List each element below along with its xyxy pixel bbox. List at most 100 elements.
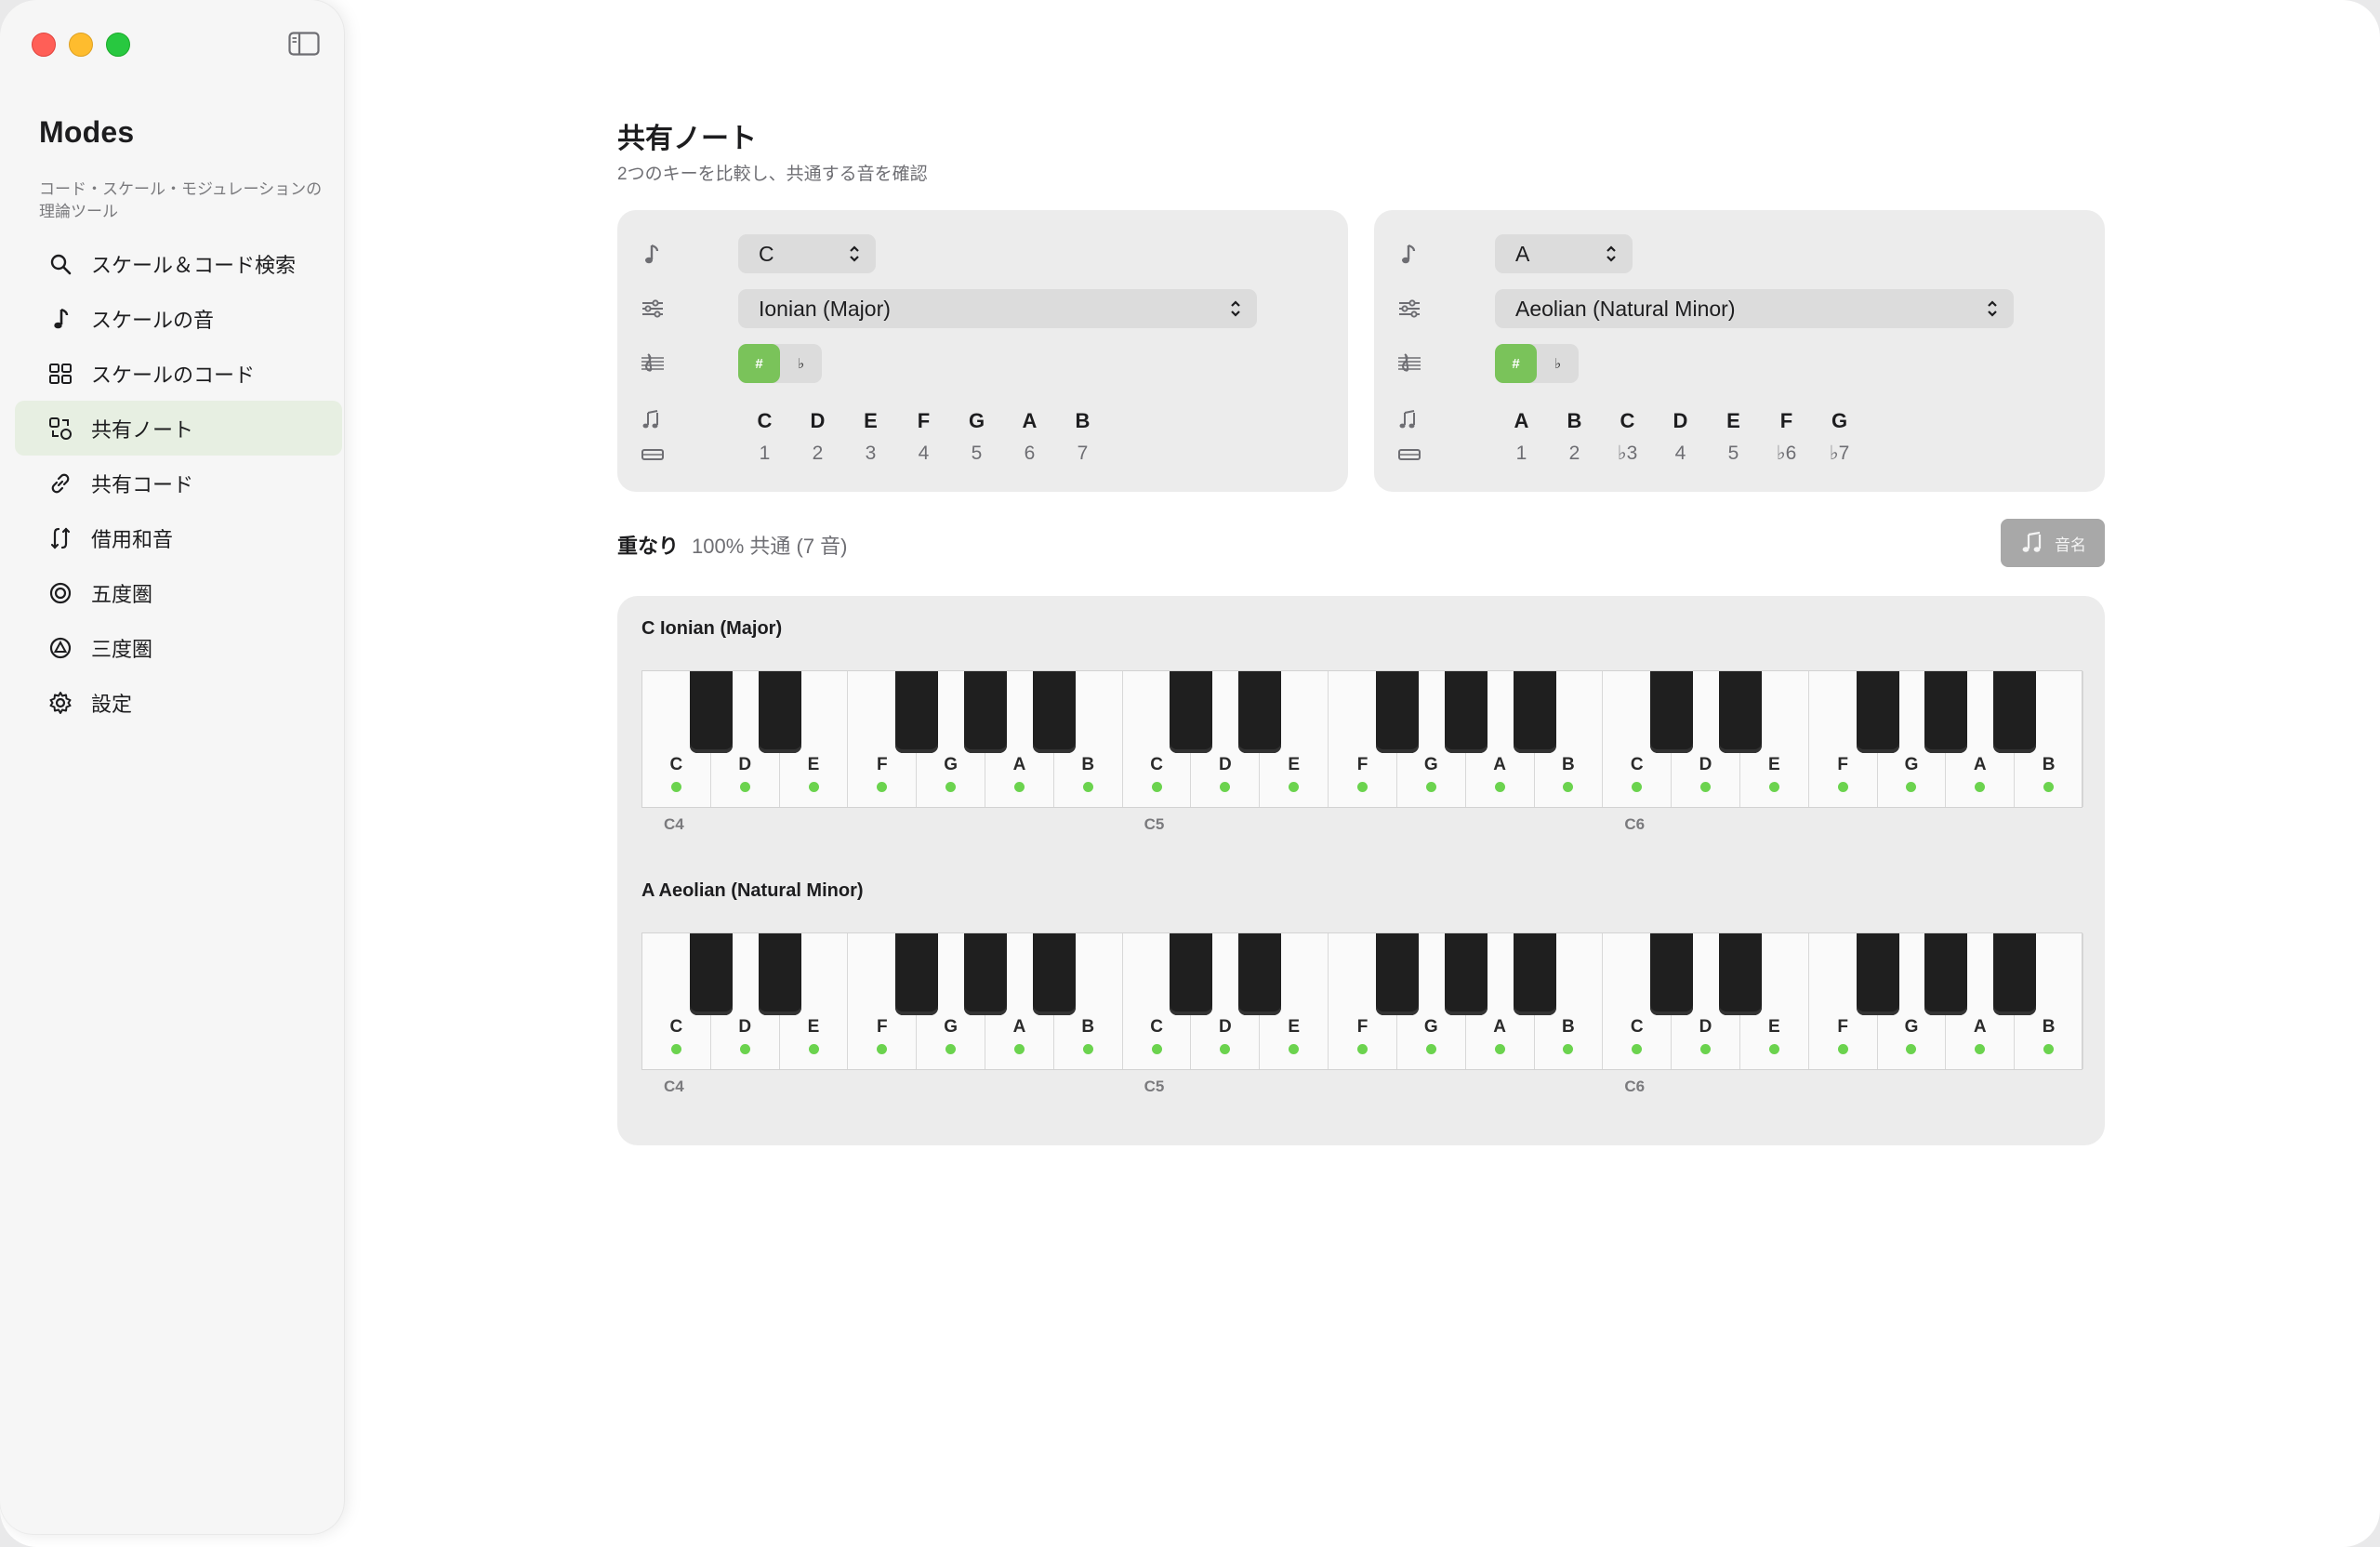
keyboards-card: C Ionian (Major) C D E F G A B C D E F G A B C D E F G A B C4 C… [617,596,2105,1145]
key-label: B [1081,1017,1095,1037]
scale-note-name: D [810,409,826,432]
in-scale-dot [1563,782,1574,792]
music-notes-icon [1396,407,1422,433]
black-key[interactable] [1856,933,1899,1015]
sharp-button-right[interactable]: # [1495,344,1537,383]
sidebar-item-4[interactable]: 共有ノート [15,401,342,456]
sidebar-item-9[interactable]: 設定 [15,675,342,730]
black-key[interactable] [1375,933,1419,1015]
scale-note-degree: 5 [971,443,983,464]
sidebar-item-3[interactable]: スケールのコード [15,346,342,401]
black-key[interactable] [895,933,939,1015]
black-key[interactable] [1238,933,1282,1015]
black-key[interactable] [1650,933,1694,1015]
scale-note-degree: 6 [1024,443,1036,464]
black-key[interactable] [1032,671,1076,753]
scale-note: D4 [1654,407,1707,467]
black-key[interactable] [895,671,939,753]
in-scale-dot [1494,1044,1505,1054]
black-key[interactable] [1856,671,1899,753]
black-key[interactable] [964,933,1008,1015]
in-scale-dot [739,782,750,792]
black-key[interactable] [1924,933,1968,1015]
black-key[interactable] [1444,671,1488,753]
shared-shapes-icon [46,415,74,443]
music-note-icon [1396,242,1422,268]
key-label: B [1081,755,1095,774]
black-key[interactable] [1650,671,1694,753]
overlap-value: 100% 共通 (7 音) [692,535,848,558]
in-scale-dot [1082,1044,1093,1054]
black-key[interactable] [964,671,1008,753]
scale-note: G ♭7 [1813,407,1866,467]
app-title: Modes [39,115,135,149]
black-key[interactable] [1718,671,1762,753]
search-icon [46,250,74,278]
accidental-toggle-right[interactable]: # ♭ [1495,344,1579,383]
scale-note: F4 [897,407,950,467]
black-key[interactable] [1513,933,1556,1015]
sidebar-item-6[interactable]: 借用和音 [15,510,342,565]
in-scale-dot [877,782,888,792]
key-label: G [1904,1017,1919,1037]
black-key[interactable] [1238,671,1282,753]
in-scale-dot [2043,1044,2055,1054]
in-scale-dot [1356,782,1368,792]
scale-note-name: G [1831,409,1848,432]
staff-clef-icon [640,350,666,377]
black-key[interactable] [1993,933,2037,1015]
black-key[interactable] [689,933,733,1015]
sidebar-item-5[interactable]: 共有コード [15,456,342,510]
black-key[interactable] [1924,671,1968,753]
scale-note-degree: 5 [1727,443,1739,464]
black-key[interactable] [1444,933,1488,1015]
scale-note: B2 [1548,407,1601,467]
key-label: G [944,1017,959,1037]
scale-note-degree: 4 [1674,443,1686,464]
black-key[interactable] [1170,671,1213,753]
swap-arrows-icon [46,524,74,552]
accidental-toggle-left[interactable]: # ♭ [738,344,822,383]
scale-note-degree: 7 [1077,443,1089,464]
keyboard-title: A Aeolian (Natural Minor) [641,880,864,901]
black-key[interactable] [1993,671,2037,753]
close-window-button[interactable] [32,33,56,57]
scale-note-name: A [1022,409,1038,432]
scale-note: C ♭3 [1601,407,1654,467]
sidebar-item-2[interactable]: スケールの音 [15,291,342,346]
app-window: Modes コード・スケール・モジュレーションの理論ツール スケール＆コード検索… [0,0,2380,1547]
sidebar-item-7[interactable]: 五度圏 [15,565,342,620]
zoom-window-button[interactable] [106,33,130,57]
scale-note: D2 [791,407,844,467]
black-key[interactable] [758,671,801,753]
overlap-label: 重なり [617,535,680,558]
scale-note: F ♭6 [1760,407,1813,467]
mode-select-right[interactable]: Aeolian (Natural Minor) [1495,289,2014,328]
key-label: A [1012,1017,1026,1037]
scale-note-degree: 1 [1515,443,1527,464]
flat-button-right[interactable]: ♭ [1537,344,1579,383]
page-subtitle: 2つのキーを比較し、共通する音を確認 [617,165,928,184]
root-select-left[interactable]: C [738,234,876,273]
flat-button-left[interactable]: ♭ [780,344,822,383]
black-key[interactable] [758,933,801,1015]
scale-note-degree: ♭3 [1617,443,1638,464]
sharp-button-left[interactable]: # [738,344,780,383]
black-key[interactable] [1718,933,1762,1015]
black-key[interactable] [1170,933,1213,1015]
note-names-button[interactable]: 音名 [2001,519,2105,567]
black-key[interactable] [1375,671,1419,753]
root-select-right-value: A [1515,241,1530,266]
octave-label: C4 [664,815,684,833]
sidebar-item-8[interactable]: 三度圏 [15,620,342,675]
sliders-icon [1396,296,1422,322]
minimize-window-button[interactable] [69,33,93,57]
black-key[interactable] [1032,933,1076,1015]
root-select-right[interactable]: A [1495,234,1633,273]
chevron-updown-icon [1988,300,1997,317]
black-key[interactable] [1513,671,1556,753]
sidebar-toggle-icon[interactable] [288,32,320,56]
black-key[interactable] [689,671,733,753]
sidebar-item-1[interactable]: スケール＆コード検索 [15,236,342,291]
mode-select-left[interactable]: Ionian (Major) [738,289,1257,328]
